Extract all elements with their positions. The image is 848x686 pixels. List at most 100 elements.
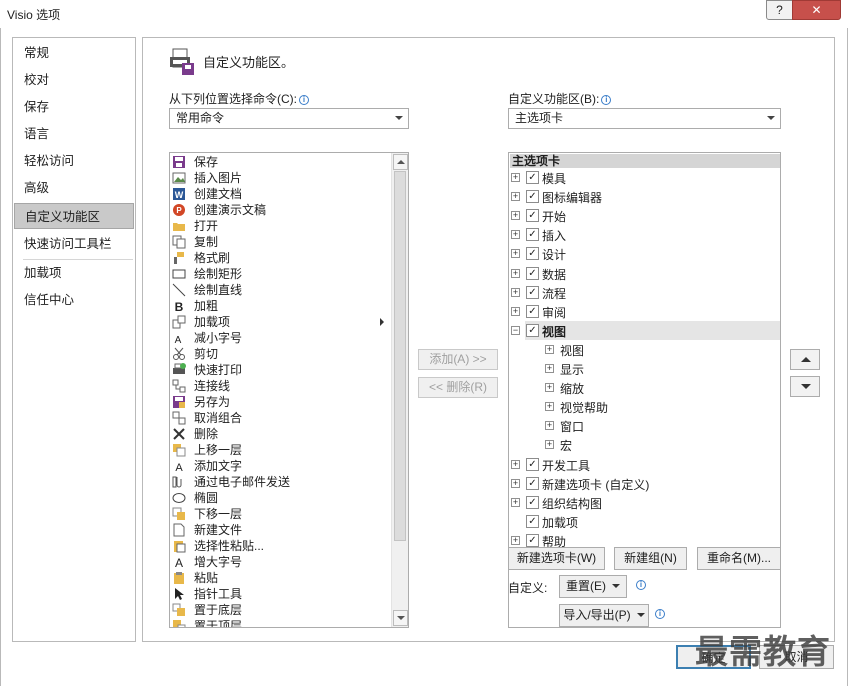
expand-icon[interactable]: + <box>511 211 520 221</box>
expand-icon[interactable]: + <box>511 192 520 202</box>
checkbox[interactable]: ✓ <box>526 171 539 184</box>
command-item[interactable]: 绘制矩形 <box>170 266 392 282</box>
tree-item[interactable]: + ✓ 设计 <box>509 244 780 263</box>
command-item[interactable]: 绘制直线 <box>170 282 392 298</box>
checkbox[interactable]: ✓ <box>526 285 539 299</box>
command-item[interactable]: W 创建文档 <box>170 186 392 202</box>
nav-item-save[interactable]: 保存 <box>13 94 135 120</box>
command-item[interactable]: 取消组合 <box>170 410 392 426</box>
checkbox[interactable]: ✓ <box>526 457 539 471</box>
tree-item[interactable]: + 窗口 <box>509 416 780 435</box>
nav-item-customize-ribbon[interactable]: 自定义功能区 <box>14 203 134 229</box>
command-item[interactable]: 置于顶层 <box>170 618 392 627</box>
checkbox[interactable]: ✓ <box>526 304 539 318</box>
command-item[interactable]: 选择性粘贴... <box>170 538 392 554</box>
import-export-button[interactable]: 导入/导出(P) <box>559 604 649 627</box>
command-item[interactable]: 另存为 <box>170 394 392 410</box>
scroll-down-button[interactable] <box>393 610 408 626</box>
command-item[interactable]: 上移一层 <box>170 442 392 458</box>
nav-item-trust-center[interactable]: 信任中心 <box>13 287 135 313</box>
reset-button[interactable]: 重置(E) <box>559 575 627 598</box>
tree-item[interactable]: + ✓ 模具 <box>509 168 780 187</box>
remove-button[interactable]: << 删除(R) <box>418 377 498 398</box>
nav-item-advanced[interactable]: 高级 <box>13 175 135 201</box>
command-item[interactable]: 删除 <box>170 426 392 442</box>
move-up-button[interactable] <box>790 349 820 370</box>
expand-icon[interactable]: + <box>511 230 520 240</box>
command-item[interactable]: 保存 <box>170 154 392 170</box>
command-item[interactable]: 指针工具 <box>170 586 392 602</box>
help-button[interactable]: ? <box>766 0 793 20</box>
command-item[interactable]: 下移一层 <box>170 506 392 522</box>
command-item[interactable]: 新建文件 <box>170 522 392 538</box>
tree-item[interactable]: + ✓ 开始 <box>509 206 780 225</box>
checkbox[interactable]: ✓ <box>526 533 539 547</box>
nav-item-general[interactable]: 常规 <box>13 40 135 66</box>
checkbox[interactable]: ✓ <box>526 190 539 204</box>
expand-icon[interactable]: + <box>511 478 520 488</box>
nav-item-proofing[interactable]: 校对 <box>13 67 135 93</box>
expand-icon[interactable]: + <box>511 535 520 545</box>
checkbox[interactable]: ✓ <box>526 323 539 337</box>
tree-item[interactable]: + ✓ 插入 <box>509 225 780 244</box>
tree-item[interactable]: + 显示 <box>509 359 780 378</box>
tree-item[interactable]: + ✓ 流程 <box>509 283 780 302</box>
expand-icon[interactable]: + <box>511 173 520 182</box>
expand-icon[interactable]: + <box>545 364 554 373</box>
commands-list[interactable]: 保存 插入图片 W 创建文档 P 创建演示文稿 打开 复制 格式刷 绘制矩形 绘制直线 B 加粗 加载项 A… <box>169 152 409 628</box>
tree-item[interactable]: ✓ 加载项 <box>509 512 780 531</box>
expand-icon[interactable]: + <box>511 249 520 259</box>
checkbox[interactable]: ✓ <box>526 476 539 490</box>
command-item[interactable]: 连接线 <box>170 378 392 394</box>
choose-commands-dropdown[interactable]: 常用命令 <box>169 108 409 129</box>
tree-item[interactable]: − ✓ 视图 <box>511 320 780 340</box>
tree-item[interactable]: + ✓ 开发工具 <box>509 455 780 474</box>
command-item[interactable]: 打开 <box>170 218 392 234</box>
tree-item[interactable]: + 宏 <box>509 435 780 454</box>
expand-icon[interactable]: + <box>511 287 520 297</box>
tree-item[interactable]: + 视觉帮助 <box>509 397 780 416</box>
checkbox[interactable]: ✓ <box>526 209 539 223</box>
nav-item-language[interactable]: 语言 <box>13 121 135 147</box>
command-item[interactable]: 通过电子邮件发送 <box>170 474 392 490</box>
tree-item[interactable]: + ✓ 图标编辑器 <box>509 187 780 206</box>
move-down-button[interactable] <box>790 376 820 397</box>
checkbox[interactable]: ✓ <box>526 514 539 528</box>
new-group-button[interactable]: 新建组(N) <box>614 547 687 570</box>
command-item[interactable]: 椭圆 <box>170 490 392 506</box>
tree-item[interactable]: + ✓ 组织结构图 <box>509 493 780 512</box>
command-item[interactable]: 剪切 <box>170 346 392 362</box>
close-button[interactable]: ✕ <box>792 0 841 20</box>
customize-ribbon-dropdown[interactable]: 主选项卡 <box>508 108 781 129</box>
expand-icon[interactable]: + <box>511 306 520 316</box>
tree-item[interactable]: + 缩放 <box>509 378 780 397</box>
command-item[interactable]: 粘贴 <box>170 570 392 586</box>
tree-item[interactable]: + ✓ 新建选项卡 (自定义) <box>509 474 780 493</box>
tree-item[interactable]: + ✓ 数据 <box>509 264 780 283</box>
rename-button[interactable]: 重命名(M)... <box>697 547 781 570</box>
command-item[interactable]: B 加粗 <box>170 298 392 314</box>
command-item[interactable]: A 添加文字 <box>170 458 392 474</box>
expand-icon[interactable]: + <box>545 440 554 450</box>
command-item[interactable]: 插入图片 <box>170 170 392 186</box>
checkbox[interactable]: ✓ <box>526 247 539 261</box>
checkbox[interactable]: ✓ <box>526 228 539 242</box>
command-item[interactable]: P 创建演示文稿 <box>170 202 392 218</box>
expand-icon[interactable]: + <box>511 268 520 278</box>
expand-icon[interactable]: + <box>511 497 520 507</box>
command-item[interactable]: 复制 <box>170 234 392 250</box>
scroll-up-button[interactable] <box>393 154 408 170</box>
expand-icon[interactable]: + <box>545 421 554 431</box>
command-item[interactable]: 格式刷 <box>170 250 392 266</box>
scroll-thumb[interactable] <box>394 171 406 541</box>
add-button[interactable]: 添加(A) >> <box>418 349 498 370</box>
tree-item[interactable]: + ✓ 审阅 <box>509 302 780 321</box>
expand-icon[interactable]: + <box>545 344 554 354</box>
tree-item[interactable]: + 视图 <box>509 340 780 359</box>
command-item[interactable]: A 增大字号 <box>170 554 392 570</box>
checkbox[interactable]: ✓ <box>526 495 539 509</box>
collapse-icon[interactable]: − <box>511 325 520 335</box>
nav-item-accessibility[interactable]: 轻松访问 <box>13 148 135 174</box>
command-item[interactable]: 加载项 <box>170 314 392 330</box>
command-item[interactable]: 置于底层 <box>170 602 392 618</box>
